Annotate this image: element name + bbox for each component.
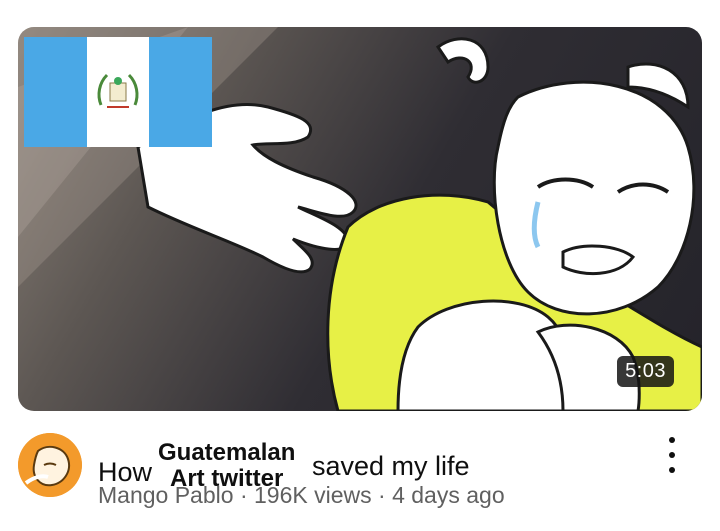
upload-age: 4 days ago bbox=[392, 482, 505, 508]
flag-emblem-icon bbox=[97, 73, 139, 108]
title-overlay-line1: Guatemalan bbox=[158, 439, 296, 466]
more-dot bbox=[669, 437, 675, 443]
channel-name[interactable]: Mango Pablo bbox=[98, 482, 234, 508]
video-meta: How Guatemalan Art twitter saved my life… bbox=[0, 415, 720, 531]
flag-band-left bbox=[24, 37, 87, 147]
separator-dot: · bbox=[239, 482, 248, 508]
flag-band-right bbox=[149, 37, 213, 147]
view-count: 196K views bbox=[254, 482, 372, 508]
title-suffix: saved my life bbox=[312, 451, 470, 481]
flag-band-center bbox=[86, 37, 150, 147]
avatar-icon bbox=[18, 433, 82, 497]
more-dot bbox=[669, 452, 675, 458]
separator-dot: · bbox=[378, 482, 386, 508]
video-title[interactable]: How Guatemalan Art twitter saved my life bbox=[98, 435, 638, 492]
video-subtitle: Mango Pablo · 196K views · 4 days ago bbox=[98, 482, 505, 509]
more-vert-icon[interactable] bbox=[660, 437, 684, 473]
more-dot bbox=[669, 467, 675, 473]
channel-avatar[interactable] bbox=[18, 433, 82, 497]
guatemala-flag-overlay bbox=[24, 37, 213, 147]
duration-badge: 5:03 bbox=[617, 356, 674, 387]
